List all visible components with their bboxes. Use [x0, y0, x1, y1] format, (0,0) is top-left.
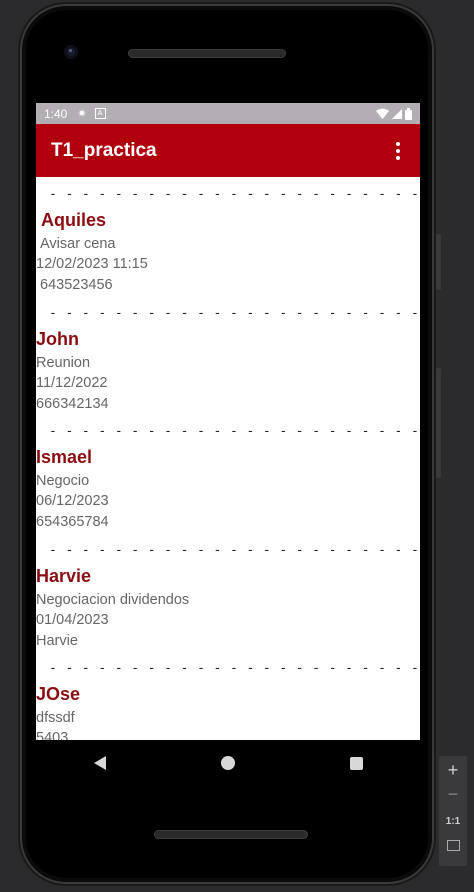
actual-size-button[interactable]: 1:1: [439, 816, 467, 836]
volume-button[interactable]: [436, 234, 441, 290]
gear-icon: ✷: [77, 108, 87, 120]
contact-description: Negociacion dividendos: [36, 591, 190, 608]
contact-name: Ismael: [36, 447, 93, 467]
contact-description: Negocio: [36, 473, 90, 489]
status-bar: 1:40 ✷ A: [36, 103, 420, 124]
contact-phone: Harvie: [36, 632, 78, 649]
status-time: 1:40: [44, 106, 68, 121]
app-title: T1_practica: [51, 139, 157, 161]
list-item[interactable]: - - - - - - - - - - - - - - - - - - - - …: [36, 177, 420, 296]
recents-icon[interactable]: [349, 756, 363, 770]
contact-phone: 643523456: [40, 277, 113, 293]
contact-name: John: [36, 328, 79, 349]
contact-date: 06/12/2023: [36, 493, 109, 509]
contact-name: Harvie: [36, 565, 92, 586]
a-box-icon: A: [94, 108, 106, 119]
signal-icon: [392, 108, 402, 119]
overflow-menu-icon[interactable]: [391, 139, 405, 163]
front-camera-icon: [64, 45, 78, 59]
device-screen: 1:40 ✷ A T1_practica - - - - - - - - - -…: [36, 103, 420, 740]
contact-description: Reunion: [36, 354, 91, 371]
status-icons: [376, 107, 412, 120]
contact-date: 12/02/2023 11:15: [36, 256, 148, 272]
contact-phone: 654365784: [36, 514, 109, 530]
contact-name: Aquiles: [41, 210, 107, 230]
bottom-speaker: [154, 830, 308, 839]
list-item[interactable]: - - - - - - - - - - - - - - - - - - - - …: [36, 414, 420, 533]
navigation-bar: [36, 740, 420, 786]
screenshot-icon[interactable]: [439, 838, 467, 856]
home-icon[interactable]: [220, 756, 235, 770]
contact-phone: 666342134: [36, 395, 109, 412]
list-divider: - - - - - - - - - - - - - - - - - - - - …: [49, 661, 420, 676]
zoom-in-button[interactable]: +: [439, 760, 467, 784]
wifi-icon: [376, 108, 389, 119]
battery-icon: [405, 107, 412, 120]
back-icon[interactable]: [93, 756, 106, 770]
list-divider: - - - - - - - - - - - - - - - - - - - - …: [49, 187, 420, 202]
list-divider: - - - - - - - - - - - - - - - - - - - - …: [49, 305, 420, 321]
list-item[interactable]: - - - - - - - - - - - - - - - - - - - - …: [36, 296, 420, 415]
contact-list[interactable]: - - - - - - - - - - - - - - - - - - - - …: [36, 177, 420, 740]
earpiece-speaker: [128, 49, 286, 58]
contact-description: Avisar cena: [40, 236, 116, 252]
contact-date: 5403: [36, 730, 69, 740]
list-divider: - - - - - - - - - - - - - - - - - - - - …: [49, 424, 420, 439]
list-item[interactable]: - - - - - - - - - - - - - - - - - - - - …: [36, 651, 420, 740]
contact-name: JOse: [36, 684, 81, 704]
emulator-zoom-panel: + − 1:1: [439, 756, 467, 866]
list-item[interactable]: - - - - - - - - - - - - - - - - - - - - …: [36, 533, 420, 652]
list-divider: - - - - - - - - - - - - - - - - - - - - …: [49, 542, 420, 558]
zoom-out-button[interactable]: −: [439, 784, 467, 806]
contact-date: 01/04/2023: [36, 611, 109, 628]
contact-description: dfssdf: [36, 710, 75, 726]
app-bar: T1_practica: [36, 124, 420, 177]
contact-date: 11/12/2022: [36, 374, 108, 391]
power-button[interactable]: [436, 368, 441, 478]
